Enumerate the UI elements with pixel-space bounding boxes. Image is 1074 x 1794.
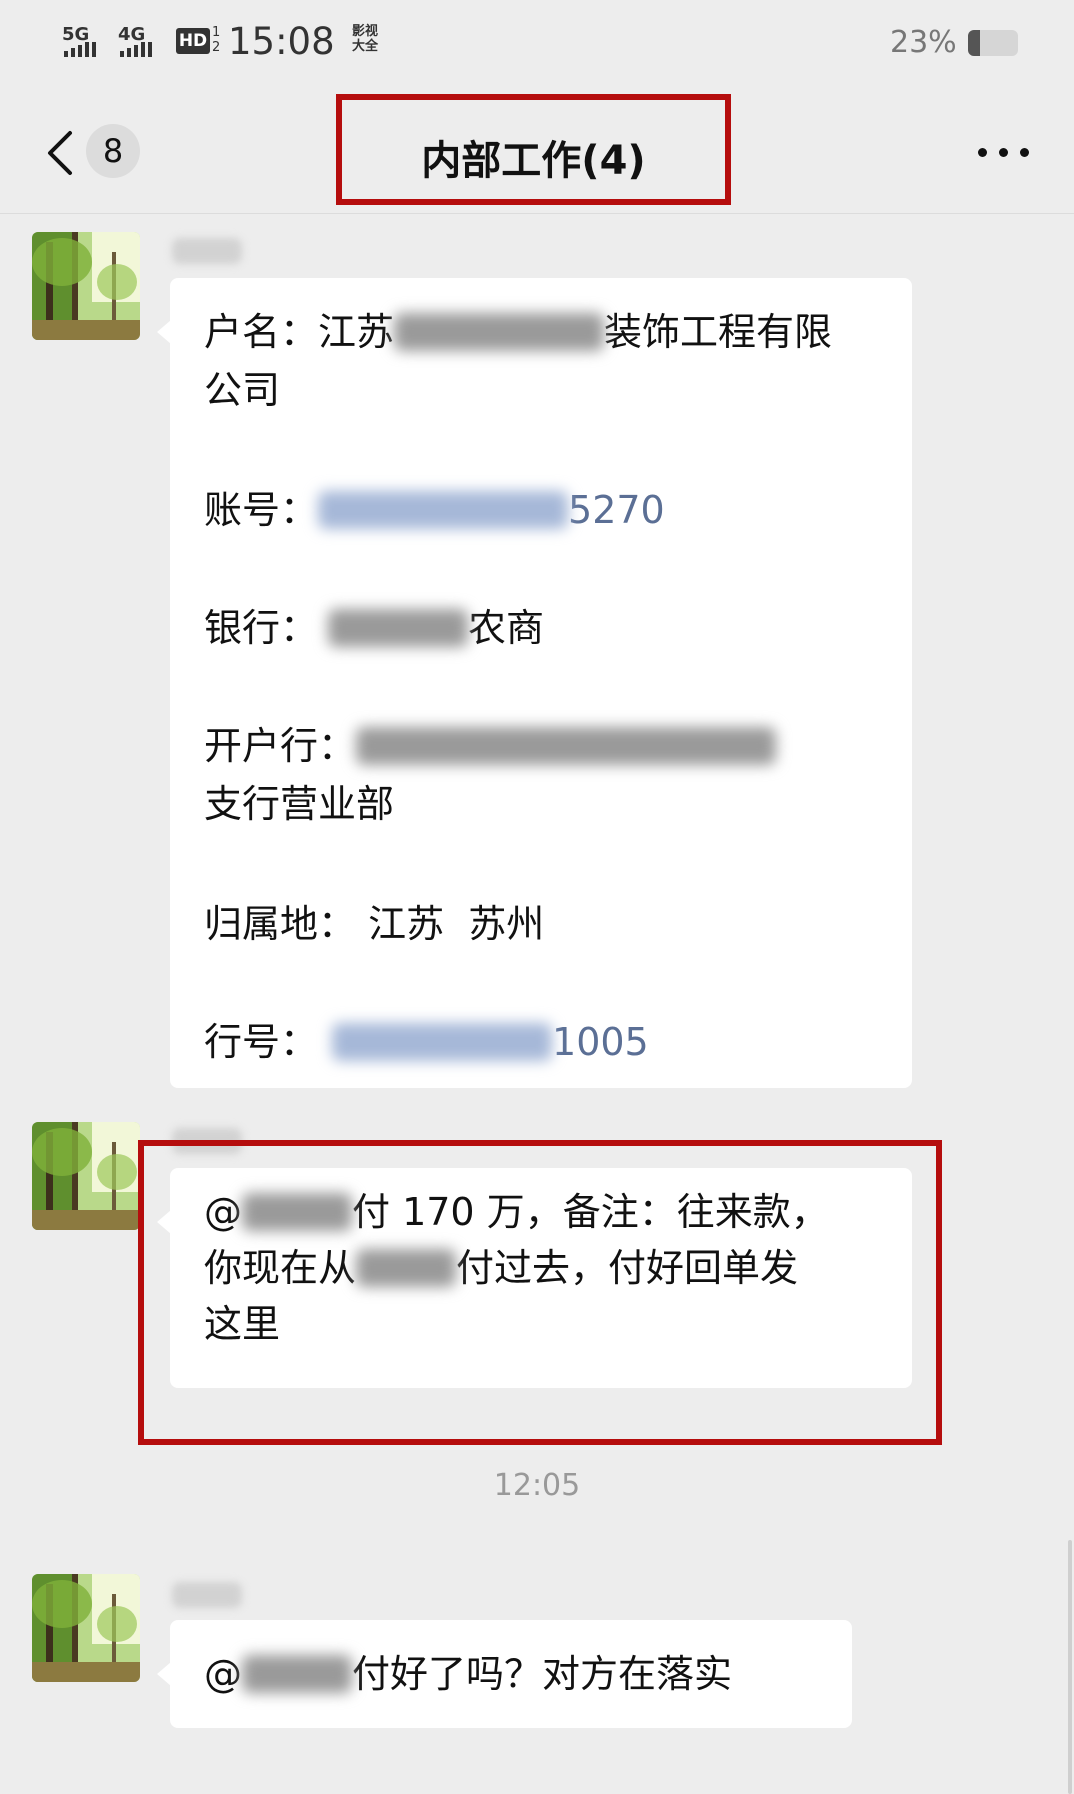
- message-line-3: 这里: [204, 1302, 281, 1346]
- account-name-line: 户名：江苏 装饰工程有限: [204, 302, 832, 362]
- signal-bars-icon: [120, 42, 152, 57]
- bank-line: 银行： 农商: [204, 598, 544, 658]
- redacted-text: [328, 609, 469, 647]
- unread-count-badge[interactable]: 8: [86, 124, 140, 178]
- chat-title: 内部工作(4): [421, 138, 646, 184]
- branch-line: 开户行：: [204, 716, 777, 776]
- bank-suffix: 农商: [468, 606, 545, 650]
- more-icon[interactable]: [978, 148, 1029, 157]
- redacted-text: [356, 1249, 457, 1287]
- chat-screen: 5G 4G HD 1 2 15:08 影视 大全 23% 8 内部工作(4) 户…: [0, 0, 1074, 1794]
- hd-sub-label: 1 2: [212, 25, 221, 55]
- message-bubble[interactable]: @ 付好了吗？对方在落实: [157, 1620, 852, 1728]
- sender-name: [172, 1582, 242, 1608]
- bank-code-label: 行号：: [204, 1020, 319, 1064]
- clock: 15:08: [228, 20, 335, 63]
- redacted-number: [318, 491, 569, 529]
- redacted-number: [332, 1023, 553, 1061]
- message-line: @ 付好了吗？对方在落实: [204, 1644, 732, 1704]
- message-line-2-prefix: 你现在从: [204, 1246, 357, 1290]
- back-icon[interactable]: [44, 130, 78, 176]
- timestamp: 12:05: [493, 1468, 581, 1503]
- account-name-label: 户名：江苏: [204, 310, 395, 354]
- message-line-1-text: 付 170 万，备注：往来款，: [352, 1190, 829, 1234]
- message-line-1: @ 付 170 万，备注：往来款，: [204, 1182, 829, 1242]
- bank-label: 银行：: [204, 606, 319, 650]
- account-number-line: 账号： 5270: [204, 480, 665, 540]
- redacted-mention: [242, 1655, 352, 1693]
- redacted-mention: [242, 1193, 352, 1231]
- message-text: 付好了吗？对方在落实: [352, 1652, 733, 1696]
- scrollbar[interactable]: [1068, 1540, 1072, 1794]
- sender-name: [172, 238, 242, 264]
- redacted-text: [356, 727, 777, 765]
- bank-code-tail[interactable]: 1005: [552, 1020, 649, 1064]
- mention-at: @: [204, 1190, 242, 1234]
- app-badge-icon: 影视 大全: [352, 24, 379, 54]
- message-line-2: 你现在从 付过去，付好回单发: [204, 1238, 798, 1298]
- account-number-tail[interactable]: 5270: [568, 488, 665, 532]
- bubble-tail: [157, 1210, 171, 1234]
- avatar[interactable]: [32, 1122, 140, 1230]
- bubble-tail: [157, 320, 171, 344]
- title-highlight-frame: 内部工作(4): [336, 94, 731, 205]
- battery-percent: 23%: [890, 25, 957, 60]
- message-line-2-suffix: 付过去，付好回单发: [456, 1246, 799, 1290]
- redacted-text: [394, 313, 605, 351]
- account-name-suffix: 装饰工程有限: [604, 310, 833, 354]
- location-line: 归属地： 江苏 苏州: [204, 894, 544, 954]
- branch-label: 开户行：: [204, 724, 357, 768]
- location-label: 归属地：: [204, 902, 357, 946]
- avatar[interactable]: [32, 232, 140, 340]
- account-name-cont: 公司: [204, 368, 281, 412]
- bank-code-line: 行号： 1005: [204, 1012, 649, 1072]
- branch-cont: 支行营业部: [204, 782, 395, 826]
- message-bubble[interactable]: 户名：江苏 装饰工程有限 公司 账号： 5270 银行： 农商 开户行： 支行营业部 …: [157, 278, 912, 1088]
- chat-header: 8 内部工作(4): [0, 90, 1074, 214]
- status-bar: 5G 4G HD 1 2 15:08 影视 大全 23%: [0, 0, 1074, 90]
- hd-voice-icon: HD: [176, 28, 210, 54]
- signal-bars-icon: [64, 42, 96, 57]
- battery-icon: [968, 30, 1018, 56]
- message-bubble[interactable]: @ 付 170 万，备注：往来款， 你现在从 付过去，付好回单发 这里: [157, 1168, 912, 1388]
- avatar[interactable]: [32, 1574, 140, 1682]
- bubble-tail: [157, 1662, 171, 1686]
- account-number-label: 账号：: [204, 488, 319, 532]
- mention-at: @: [204, 1652, 242, 1696]
- battery-level: [968, 30, 980, 56]
- location-value: 江苏 苏州: [368, 902, 545, 946]
